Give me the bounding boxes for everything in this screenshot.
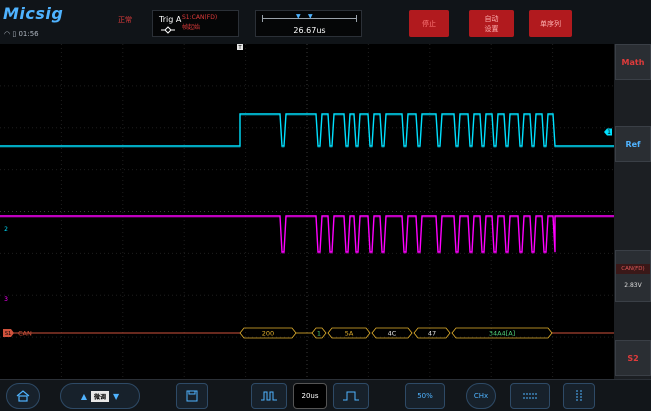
save-button[interactable] [176,383,208,409]
down-arrow-icon[interactable]: ▼ [113,392,119,401]
can-fd-threshold: 2.83V [624,281,642,289]
trigger-edge-icon [161,26,175,34]
battery-icon: ▯ [12,30,17,38]
bus-frame-label: 200 [262,330,274,338]
bus-frame-label: 1 [317,330,321,338]
ch2-waveform [0,215,614,253]
stop-button[interactable]: 停止 [409,10,449,37]
bus-label: CAN [18,330,32,338]
bottom-bar: ▲ 微调 ▼ 20us 50% CHx [0,379,651,411]
track-left-cap [262,15,263,22]
trigger-panel[interactable]: Trig A S1:CAN(FD) 帧起始 [152,10,239,37]
bus-frame-label: 5A [345,330,354,338]
can-bus-decode: 200 1 5A 4C 47 34A4[A] [12,327,614,339]
bus-frame-label: 4C [388,330,397,338]
trigger-label: Trig A [159,15,182,24]
timebase-decrease-button[interactable] [251,383,287,409]
single-sequence-button[interactable]: 单序列 [529,10,572,37]
save-icon [186,390,198,402]
auto-set-button[interactable]: 自动 设置 [469,10,514,37]
right-panel: Math Ref CAN(FD) 2.83V S2 [614,44,651,379]
horizontal-cursor-icon [523,393,537,399]
timebase-value[interactable]: 20us [293,383,327,409]
channel-1-trace [0,113,614,148]
horizontal-cursor-button[interactable] [510,383,550,409]
track-right-cap [356,15,357,22]
vertical-cursor-button[interactable] [563,383,595,409]
trigger-level-percent-button[interactable]: 50% [405,383,445,409]
clock-text: 01:56 [18,30,39,38]
up-arrow-icon[interactable]: ▲ [81,392,87,401]
trigger-source: S1:CAN(FD) [182,14,218,21]
timebase-increase-button[interactable] [333,383,369,409]
top-bar: Micsig ◠ ▯ 01:56 正常 Trig A S1:CAN(FD) 帧起… [0,0,651,44]
bus-frame-label: 34A4[A] [489,330,515,338]
channel-select-button[interactable]: CHx [466,383,496,409]
wifi-icon: ◠ [4,30,11,38]
ref-button[interactable]: Ref [615,126,651,162]
home-icon [16,390,30,402]
channel-2-trace [0,215,614,254]
channel-2-marker-label: 2 [4,226,8,233]
waveform-display[interactable]: 200 1 5A 4C 47 34A4[A] 1 2 3 S1 CAN T [0,44,614,379]
graticule [0,44,614,379]
horizontal-offset: 26.67us [293,26,326,35]
home-button[interactable] [6,383,40,409]
brand-logo: Micsig [3,4,64,23]
can-fd-button[interactable]: CAN(FD) 2.83V [615,250,651,302]
s2-button[interactable]: S2 [615,340,651,376]
math-button[interactable]: Math [615,44,651,80]
trigger-position-icon: ▼ [296,13,301,20]
waveform-canvas: 200 1 5A 4C 47 34A4[A] 123S1 CANT [0,44,614,379]
channel-3-marker-label: 3 [4,296,8,303]
status-indicators: ◠ ▯ 01:56 [4,30,39,38]
ch1-waveform [0,113,614,147]
fine-tune-label: 微调 [90,390,109,402]
bus-frame-label: 47 [428,330,436,338]
narrow-pulse-icon [343,391,359,401]
horizontal-position-panel[interactable]: ▼ ▼ 26.67us [255,10,362,37]
bus-s1-marker-label: S1 [5,331,11,337]
vertical-cursor-icon [576,390,582,402]
channel-1-marker-label: 1 [607,129,611,136]
trigger-edge: 帧起始 [182,24,201,31]
can-fd-header: CAN(FD) [616,263,650,274]
wide-pulse-icon [261,391,277,401]
acquisition-status: 正常 [118,16,132,24]
window-position-icon: ▼ [308,13,313,20]
fine-tune-control[interactable]: ▲ 微调 ▼ [60,383,140,409]
